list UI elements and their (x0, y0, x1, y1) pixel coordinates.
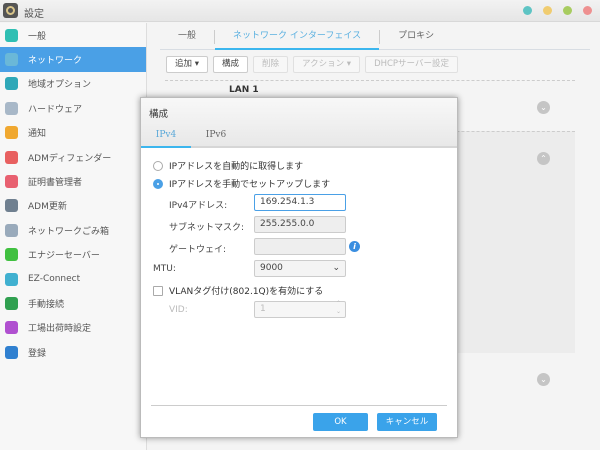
ipv4-label: IPv4アドレス: (169, 201, 228, 211)
vlan-checkbox[interactable] (153, 285, 163, 296)
sidebar-item-icon (5, 296, 18, 310)
sidebar-item-label: 一般 (28, 31, 47, 42)
title-bar: 設定 (0, 0, 600, 22)
radio-button[interactable] (153, 178, 163, 189)
sidebar-item-icon (5, 199, 18, 213)
sidebar-item[interactable]: 地域オプション (0, 72, 146, 96)
sidebar-item[interactable]: 証明書管理者 (0, 169, 146, 193)
gateway-label: ゲートウェイ: (169, 245, 227, 255)
delete-button[interactable]: 削除 (253, 56, 289, 73)
dialog-header: 構成 IPv4 IPv6 (141, 98, 457, 148)
sidebar-item[interactable]: 工場出荷時設定 (0, 316, 146, 340)
vid-label: VID: (169, 305, 188, 315)
stepper-arrows-icon[interactable]: ⌃ ⌄ (336, 300, 341, 316)
sidebar-item-label: ハードウェア (28, 104, 83, 115)
sidebar-item-icon (5, 321, 18, 335)
configure-button[interactable]: 構成 (212, 56, 248, 73)
sidebar-item-label: EZ-Connect (28, 274, 81, 285)
sidebar-item[interactable]: ネットワーク (0, 47, 146, 72)
sidebar-item[interactable]: エナジーセーバー (0, 243, 146, 267)
vlan-label: VLANタグ付け(802.1Q)を有効にする (169, 287, 324, 297)
tab-ipv6[interactable]: IPv6 (191, 125, 241, 146)
configure-dialog: 構成 IPv4 IPv6 IPアドレスを自動的に取得します IPアドレスを手動で… (140, 97, 458, 438)
subnet-mask-input[interactable]: 255.255.0.0 (254, 216, 346, 233)
chevron-up-icon[interactable]: ⌃ (537, 152, 550, 165)
sidebar-item-label: 工場出荷時設定 (28, 324, 92, 335)
vid-stepper[interactable]: 1 ⌃ ⌄ (254, 300, 346, 318)
sidebar-item-icon (5, 248, 18, 262)
radio-manual-label: IPアドレスを手動でセットアップします (169, 180, 331, 190)
radio-manual-ip[interactable]: IPアドレスを手動でセットアップします (153, 177, 330, 190)
radio-auto-ip[interactable]: IPアドレスを自動的に取得します (153, 159, 303, 172)
subnet-label: サブネットマスク: (169, 223, 245, 233)
sidebar-item-icon (5, 53, 18, 67)
sidebar-item[interactable]: 通知 (0, 121, 146, 145)
dialog-title: 構成 (149, 109, 169, 120)
sidebar-item-label: ネットワーク (28, 56, 83, 67)
add-button[interactable]: 追加 ▾ (166, 56, 208, 73)
sidebar-item-label: 手動接続 (28, 299, 65, 310)
sidebar-item-label: 登録 (28, 348, 47, 359)
dialog-footer-divider (151, 405, 447, 406)
add-label: 追加 (175, 59, 193, 69)
action-label: アクション (302, 59, 345, 69)
settings-app-icon (3, 3, 18, 18)
radio-auto-label: IPアドレスを自動的に取得します (169, 162, 304, 172)
sidebar-item-icon (5, 77, 18, 91)
sidebar-item[interactable]: ADMディフェンダー (0, 145, 146, 169)
ok-button[interactable]: OK (313, 413, 368, 431)
lan1-label: LAN 1 (229, 85, 259, 95)
sidebar-item[interactable]: 登録 (0, 340, 146, 364)
tab-network-interface[interactable]: ネットワーク インターフェイス (215, 23, 380, 50)
sidebar-item[interactable]: ネットワークごみ箱 (0, 218, 146, 242)
chevron-down-icon: ⌄ (332, 263, 340, 273)
window-close-button[interactable] (583, 6, 592, 15)
radio-button[interactable] (153, 160, 163, 171)
toolbar: 追加 ▾ 構成 削除 アクション ▾ DHCPサーバー設定 (166, 56, 458, 73)
sidebar-item[interactable]: ADM更新 (0, 194, 146, 218)
dhcp-server-settings-button[interactable]: DHCPサーバー設定 (365, 56, 458, 73)
sidebar-item-icon (5, 223, 18, 237)
mtu-value: 9000 (260, 263, 283, 273)
sidebar-item-icon (5, 272, 18, 286)
sidebar-item-icon (5, 345, 18, 359)
vid-value: 1 (260, 304, 266, 314)
sidebar-item-label: 地域オプション (28, 80, 92, 91)
sidebar-item-label: 証明書管理者 (28, 178, 83, 189)
action-button[interactable]: アクション ▾ (293, 56, 361, 73)
sidebar-item-label: ADMディフェンダー (28, 153, 112, 164)
info-icon[interactable]: i (349, 241, 360, 252)
ipv4-address-input[interactable]: 169.254.1.3 (254, 194, 346, 211)
gateway-input[interactable] (254, 238, 346, 255)
chevron-down-icon[interactable]: ⌄ (537, 101, 550, 114)
window-minimize-button[interactable] (543, 6, 552, 15)
mtu-select[interactable]: 9000 ⌄ (254, 260, 346, 277)
window-pin-button[interactable] (523, 6, 532, 15)
tab-ipv4[interactable]: IPv4 (141, 125, 191, 148)
dialog-tabs: IPv4 IPv6 (141, 125, 241, 148)
sidebar-item-label: ネットワークごみ箱 (28, 226, 110, 237)
sidebar-item-icon (5, 150, 18, 164)
sidebar-item-icon (5, 126, 18, 140)
sidebar-item-label: ADM更新 (28, 202, 67, 213)
sidebar-item-label: 通知 (28, 129, 47, 140)
tab-proxy[interactable]: プロキシ (380, 23, 452, 49)
mtu-label: MTU: (153, 264, 176, 274)
sidebar-item[interactable]: EZ-Connect (0, 267, 146, 291)
sidebar-item-icon (5, 175, 18, 189)
window-maximize-button[interactable] (563, 6, 572, 15)
window-title: 設定 (24, 9, 44, 20)
main-tabs: 一般 ネットワーク インターフェイス プロキシ (160, 23, 590, 50)
sidebar-item-icon (5, 101, 18, 115)
sidebar-item-icon (5, 28, 18, 42)
vlan-checkbox-row[interactable]: VLANタグ付け(802.1Q)を有効にする (153, 284, 323, 297)
tab-general[interactable]: 一般 (160, 23, 214, 49)
sidebar-item[interactable]: 一般 (0, 23, 146, 47)
sidebar-item[interactable]: 手動接続 (0, 291, 146, 315)
sidebar-item-label: エナジーセーバー (28, 251, 100, 262)
sidebar: 一般ネットワーク 地域オプション ハードウェア 通知 ADMディフェンダー 証明書管理者 A… (0, 23, 147, 450)
chevron-down-icon[interactable]: ⌄ (537, 373, 550, 386)
sidebar-item[interactable]: ハードウェア (0, 96, 146, 120)
cancel-button[interactable]: キャンセル (377, 413, 437, 431)
